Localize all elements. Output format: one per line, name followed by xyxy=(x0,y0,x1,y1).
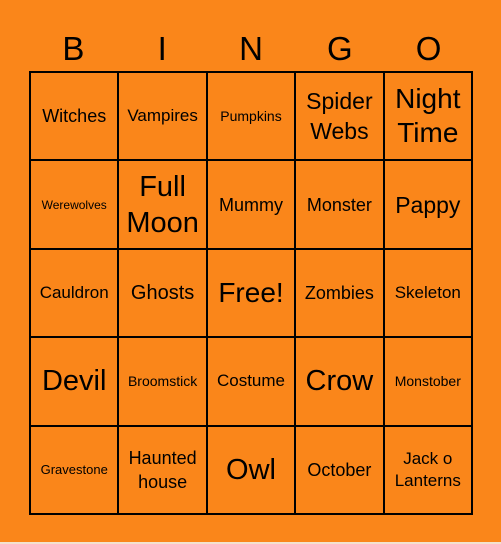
cell-label: Costume xyxy=(216,371,285,391)
bingo-cell[interactable]: Ghosts xyxy=(119,249,208,339)
bingo-cell[interactable]: Werewolves xyxy=(31,161,120,250)
cell-label: Ghosts xyxy=(130,281,195,304)
cell-label: Cauldron xyxy=(39,282,109,302)
cell-label: Werewolves xyxy=(41,197,107,212)
bingo-cell[interactable]: Spider Webs xyxy=(296,73,385,162)
cell-label: Crow xyxy=(305,365,374,398)
cell-label: Witches xyxy=(42,106,107,127)
cell-label: October xyxy=(307,459,372,480)
bingo-cell[interactable]: Skeleton xyxy=(384,249,473,339)
bingo-cell[interactable]: Costume xyxy=(207,338,297,427)
bingo-cell[interactable]: Pumpkins xyxy=(207,73,297,162)
cell-label: Devil xyxy=(41,365,107,398)
cell-label: Gravestone xyxy=(40,461,108,477)
bingo-cell[interactable]: Full Moon xyxy=(119,161,208,250)
bingo-cell[interactable]: Vampires xyxy=(119,73,208,162)
cell-label: Pappy xyxy=(395,191,461,218)
bingo-cell[interactable]: Devil xyxy=(31,338,120,427)
cell-label: Zombies xyxy=(304,282,374,303)
bingo-cell[interactable]: Broomstick xyxy=(119,338,208,427)
cell-label: Pumpkins xyxy=(220,107,282,124)
bingo-cell[interactable]: Jack o Lanterns xyxy=(384,426,473,515)
bingo-cell[interactable]: Mummy xyxy=(207,161,297,250)
cell-label: Monstober xyxy=(394,372,461,389)
bingo-cell[interactable]: Crow xyxy=(296,338,385,427)
bingo-board: Witches Vampires Pumpkins Spider Webs Ni… xyxy=(29,71,473,515)
bingo-cell[interactable]: Monstober xyxy=(384,338,473,427)
bingo-header: B I N G O xyxy=(29,28,473,70)
bingo-cell[interactable]: Owl xyxy=(207,426,297,515)
cell-label: Full Moon xyxy=(126,170,199,239)
cell-label: Spider Webs xyxy=(306,88,373,145)
bingo-cell[interactable]: Witches xyxy=(31,73,120,162)
header-letter-n: N xyxy=(239,30,263,67)
cell-label: Jack o Lanterns xyxy=(394,448,461,490)
header-letter-g: G xyxy=(326,30,353,67)
bingo-cell[interactable]: Free! xyxy=(207,249,297,339)
bingo-cell[interactable]: Cauldron xyxy=(31,249,120,339)
cell-label: Haunted house xyxy=(128,447,197,492)
cell-label: Monster xyxy=(306,194,372,215)
free-space-label: Free! xyxy=(218,276,284,308)
bingo-cell[interactable]: Zombies xyxy=(296,249,385,339)
header-letter-o: O xyxy=(415,30,442,67)
bingo-cell[interactable]: Monster xyxy=(296,161,385,250)
cell-label: Broomstick xyxy=(127,372,198,389)
cell-label: Night Time xyxy=(395,83,461,149)
bingo-cell[interactable]: Pappy xyxy=(384,161,473,250)
bingo-cell[interactable]: Gravestone xyxy=(31,426,120,515)
cell-label: Owl xyxy=(226,453,276,486)
bingo-cell[interactable]: Night Time xyxy=(384,73,473,162)
bingo-cell[interactable]: October xyxy=(296,426,385,515)
bingo-cell[interactable]: Haunted house xyxy=(119,426,208,515)
header-letter-i: I xyxy=(157,30,167,67)
cell-label: Skeleton xyxy=(394,282,461,302)
cell-label: Vampires xyxy=(127,106,198,126)
cell-label: Mummy xyxy=(218,194,283,215)
header-letter-b: B xyxy=(62,30,85,67)
